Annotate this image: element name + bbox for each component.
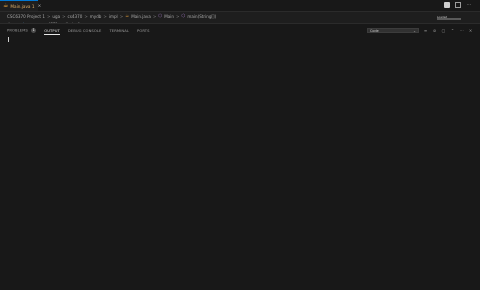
close-icon[interactable]: × xyxy=(468,28,473,33)
tab-problems[interactable]: PROBLEMS 1 xyxy=(7,28,37,33)
breadcrumb-item-file[interactable]: Main.java xyxy=(131,14,151,19)
java-icon: ☕ xyxy=(3,2,9,9)
java-icon: ☕ xyxy=(125,13,130,19)
panel-tab-bar: PROBLEMS 1 OUTPUT DEBUG CONSOLE TERMINAL… xyxy=(7,27,150,35)
breadcrumb-separator: > xyxy=(176,13,180,19)
tab-ports[interactable]: PORTS xyxy=(137,29,150,33)
tab-terminal[interactable]: TERMINAL xyxy=(109,29,129,33)
run-icon[interactable] xyxy=(444,2,450,8)
chevron-down-icon: ⌄ xyxy=(413,28,416,33)
breadcrumb-item-impl[interactable]: impl xyxy=(109,14,118,19)
output-channel-select[interactable]: Code ⌄ xyxy=(367,28,419,33)
output-channel-value: Code xyxy=(370,28,379,33)
maximize-icon[interactable]: ⌃ xyxy=(450,28,455,33)
breadcrumb-item-uga[interactable]: uga xyxy=(52,14,60,19)
editor-scrollbar[interactable] xyxy=(437,18,461,20)
tab-ports-label: PORTS xyxy=(137,28,150,33)
breadcrumb-separator: > xyxy=(62,13,66,19)
breadcrumb-separator: > xyxy=(152,13,157,19)
tab-problems-label: PROBLEMS xyxy=(7,28,28,33)
tab-debug-console[interactable]: DEBUG CONSOLE xyxy=(68,29,102,33)
more-icon[interactable]: ⋯ xyxy=(459,28,464,33)
bottom-panel: PROBLEMS 1 OUTPUT DEBUG CONSOLE TERMINAL… xyxy=(0,23,480,290)
breadcrumb-item-cs4370[interactable]: cs4370 xyxy=(68,14,83,19)
tab-debug-console-label: DEBUG CONSOLE xyxy=(67,28,102,33)
breadcrumb-separator: > xyxy=(119,13,124,19)
breadcrumb-separator: > xyxy=(103,13,107,19)
tab-main-java[interactable]: ☕ Main.java 1 × xyxy=(0,0,41,11)
breadcrumb-item-method[interactable]: main(String[]) xyxy=(187,14,216,19)
clear-output-icon[interactable]: ⊘ xyxy=(432,28,437,33)
breadcrumb-item-mydb[interactable]: mydb xyxy=(90,14,102,19)
breadcrumb-separator: > xyxy=(46,13,51,19)
close-icon[interactable]: × xyxy=(38,4,42,9)
panel-actions: Code ⌄ ≡ ⊘ ▢ ⌃ ⋯ × xyxy=(367,27,473,34)
vscode-window: ☕ Main.java 1 × ⋯ CSC6370 Project 1 > ug… xyxy=(0,0,480,290)
split-editor-icon[interactable] xyxy=(455,2,461,8)
breadcrumb: CSC6370 Project 1 > uga > cs4370 > mydb … xyxy=(7,12,216,20)
method-icon: ⬡ xyxy=(181,13,186,19)
output-area[interactable] xyxy=(0,36,480,290)
tab-output[interactable]: OUTPUT xyxy=(44,28,60,35)
tab-label: Main.java 1 xyxy=(10,3,35,9)
breadcrumb-item-project[interactable]: CSC6370 Project 1 xyxy=(7,14,45,19)
tab-terminal-label: TERMINAL xyxy=(109,28,130,33)
more-actions-icon[interactable]: ⋯ xyxy=(466,2,472,8)
editor-actions: ⋯ xyxy=(444,2,472,8)
problems-count-badge: 1 xyxy=(31,28,37,33)
tab-output-label: OUTPUT xyxy=(44,28,60,33)
editor-tab-bar: ☕ Main.java 1 × ⋯ xyxy=(0,0,480,12)
breadcrumb-separator: > xyxy=(84,13,88,19)
class-icon: ⬡ xyxy=(158,13,163,19)
list-filter-icon[interactable]: ≡ xyxy=(423,28,428,33)
text-cursor xyxy=(8,37,9,42)
lock-icon[interactable]: ▢ xyxy=(441,28,446,33)
breadcrumb-item-class[interactable]: Main xyxy=(164,14,174,19)
